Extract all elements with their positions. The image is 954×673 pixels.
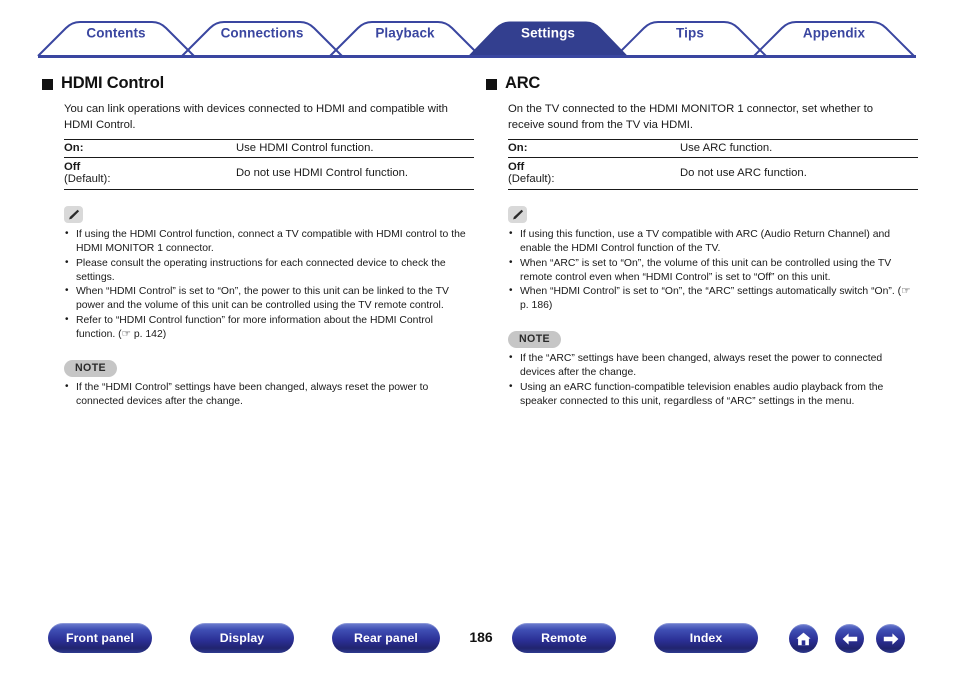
options-table-hdmi-control: On: Use HDMI Control function. Off (Defa…	[64, 139, 474, 191]
table-row: On: Use ARC function.	[508, 139, 918, 159]
tip-block-arc: If using this function, use a TV compati…	[508, 206, 918, 313]
table-row: On: Use HDMI Control function.	[64, 139, 474, 159]
option-key: On:	[508, 139, 680, 159]
tab-playback[interactable]: Playback	[375, 26, 434, 41]
front-panel-button[interactable]: Front panel	[48, 623, 152, 653]
list-item: When “ARC” is set to “On”, the volume of…	[508, 256, 918, 285]
tab-appendix[interactable]: Appendix	[803, 26, 865, 41]
option-key-label: On:	[64, 142, 84, 155]
option-value: Do not use HDMI Control function.	[236, 157, 474, 191]
option-key-default: (Default):	[508, 173, 555, 186]
pencil-glyph	[512, 209, 524, 220]
list-item: If the “ARC” settings have been changed,…	[508, 351, 918, 380]
home-button[interactable]	[789, 624, 818, 653]
section-intro: On the TV connected to the HDMI MONITOR …	[508, 103, 874, 132]
tab-settings[interactable]: Settings	[521, 26, 575, 41]
option-key-label: On:	[508, 142, 528, 155]
bullet-square-icon	[486, 79, 497, 90]
pencil-icon	[508, 206, 527, 224]
option-key: Off (Default):	[508, 157, 680, 191]
tab-tips[interactable]: Tips	[676, 26, 704, 41]
tab-bar: Contents Connections Playback Settings T…	[0, 0, 954, 62]
options-table-arc: On: Use ARC function. Off (Default): Do …	[508, 139, 918, 191]
section-arc: ARC On the TV connected to the HDMI MONI…	[486, 74, 918, 409]
section-title: HDMI Control	[61, 74, 164, 92]
back-button[interactable]	[835, 624, 864, 653]
list-item[interactable]: When “HDMI Control” is set to “On”, the …	[508, 284, 918, 313]
home-icon	[796, 632, 811, 645]
tab-baseline-rule	[38, 55, 916, 58]
tip-list: If using this function, use a TV compati…	[508, 227, 918, 313]
note-list: If the “HDMI Control” settings have been…	[64, 380, 474, 409]
arrow-right-icon	[883, 632, 898, 645]
list-item: If using the HDMI Control function, conn…	[64, 227, 474, 256]
note-badge: NOTE	[64, 359, 118, 377]
option-key-label: Off	[508, 161, 525, 174]
section-intro: You can link operations with devices con…	[64, 103, 448, 132]
forward-button[interactable]	[876, 624, 905, 653]
option-key: Off (Default):	[64, 157, 236, 191]
list-item: If the “HDMI Control” settings have been…	[64, 380, 474, 409]
option-value: Use HDMI Control function.	[236, 139, 474, 159]
section-heading-arc: ARC	[486, 74, 918, 93]
pencil-glyph	[68, 209, 80, 220]
table-row: Off (Default): Do not use ARC function.	[508, 157, 918, 191]
index-button[interactable]: Index	[654, 623, 758, 653]
tip-block-hdmi-control: If using the HDMI Control function, conn…	[64, 206, 474, 342]
arrow-left-icon	[842, 632, 857, 645]
note-list: If the “ARC” settings have been changed,…	[508, 351, 918, 409]
page-number: 186	[469, 629, 493, 645]
rear-panel-button[interactable]: Rear panel	[332, 623, 440, 653]
section-title: ARC	[505, 74, 541, 92]
note-block-arc: NOTE If the “ARC” settings have been cha…	[508, 329, 918, 408]
pencil-icon	[64, 206, 83, 224]
list-item: Please consult the operating instruction…	[64, 256, 474, 285]
option-key: On:	[64, 139, 236, 159]
note-block-hdmi-control: NOTE If the “HDMI Control” settings have…	[64, 358, 474, 409]
remote-button[interactable]: Remote	[512, 623, 616, 653]
display-button[interactable]: Display	[190, 623, 294, 653]
option-value: Use ARC function.	[680, 139, 918, 159]
section-heading-hdmi-control: HDMI Control	[42, 74, 474, 93]
tab-contents[interactable]: Contents	[86, 26, 145, 41]
list-item: When “HDMI Control” is set to “On”, the …	[64, 284, 474, 313]
list-item: Using an eARC function-compatible televi…	[508, 380, 918, 409]
bullet-square-icon	[42, 79, 53, 90]
tab-connections[interactable]: Connections	[221, 26, 304, 41]
table-row: Off (Default): Do not use HDMI Control f…	[64, 157, 474, 191]
list-item: If using this function, use a TV compati…	[508, 227, 918, 256]
tip-list: If using the HDMI Control function, conn…	[64, 227, 474, 342]
section-hdmi-control: HDMI Control You can link operations wit…	[42, 74, 474, 409]
option-key-default: (Default):	[64, 173, 111, 186]
list-item[interactable]: Refer to “HDMI Control function” for mor…	[64, 313, 474, 342]
option-value: Do not use ARC function.	[680, 157, 918, 191]
note-badge: NOTE	[508, 331, 562, 349]
option-key-label: Off	[64, 161, 81, 174]
footer-bar: Front panel Display Rear panel 186 Remot…	[0, 611, 954, 673]
